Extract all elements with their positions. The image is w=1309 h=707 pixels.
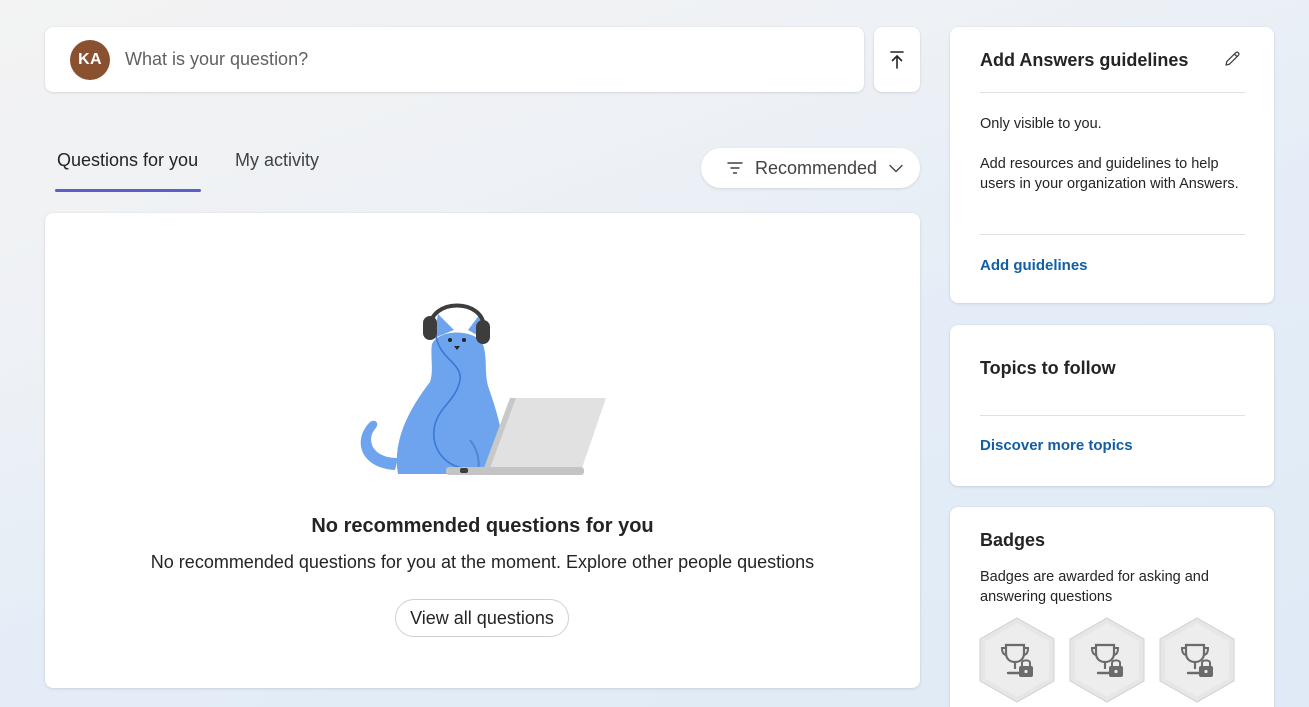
- avatar: KA: [70, 39, 110, 80]
- discover-topics-link[interactable]: Discover more topics: [980, 437, 1133, 454]
- chevron-down-icon: [889, 164, 903, 172]
- locked-trophy-icon[interactable]: [1159, 617, 1235, 703]
- add-guidelines-link[interactable]: Add guidelines: [980, 257, 1088, 274]
- locked-trophy-icon[interactable]: [1069, 617, 1145, 703]
- divider: [980, 234, 1245, 235]
- locked-trophy-icon[interactable]: [979, 617, 1055, 703]
- view-all-questions-button[interactable]: View all questions: [395, 599, 569, 637]
- topics-title: Topics to follow: [980, 358, 1116, 378]
- guidelines-visibility-note: Only visible to you.: [980, 116, 1102, 132]
- sort-dropdown-label: Recommended: [755, 157, 878, 178]
- tab-questions-for-you[interactable]: Questions for you: [57, 150, 198, 171]
- scroll-to-top-button[interactable]: [874, 27, 920, 92]
- guidelines-title: Add Answers guidelines: [980, 50, 1189, 70]
- answers-guidelines-card: Add Answers guidelines Only visible to y…: [950, 27, 1274, 303]
- empty-state-title: No recommended questions for you: [311, 515, 654, 537]
- sort-dropdown[interactable]: Recommended: [701, 148, 920, 188]
- badges-description: Badges are awarded for asking and answer…: [980, 569, 1209, 605]
- edit-pencil-icon[interactable]: [1223, 50, 1241, 68]
- arrow-up-to-line-icon: [890, 50, 904, 69]
- tab-selected-indicator: [55, 189, 201, 192]
- question-input[interactable]: [125, 39, 825, 80]
- divider: [980, 415, 1245, 416]
- badges-card: Badges Badges are awarded for asking and…: [950, 507, 1274, 707]
- ask-question-bar[interactable]: KA: [45, 27, 864, 92]
- guidelines-description: Add resources and guidelines to help use…: [980, 156, 1239, 192]
- filter-icon: [727, 162, 743, 174]
- topics-to-follow-card: Topics to follow Discover more topics: [950, 325, 1274, 486]
- badges-title: Badges: [980, 530, 1046, 550]
- cat-with-laptop-illustration: [360, 303, 606, 475]
- empty-state-description: No recommended questions for you at the …: [150, 552, 815, 572]
- divider: [980, 92, 1245, 93]
- tab-my-activity[interactable]: My activity: [235, 150, 319, 171]
